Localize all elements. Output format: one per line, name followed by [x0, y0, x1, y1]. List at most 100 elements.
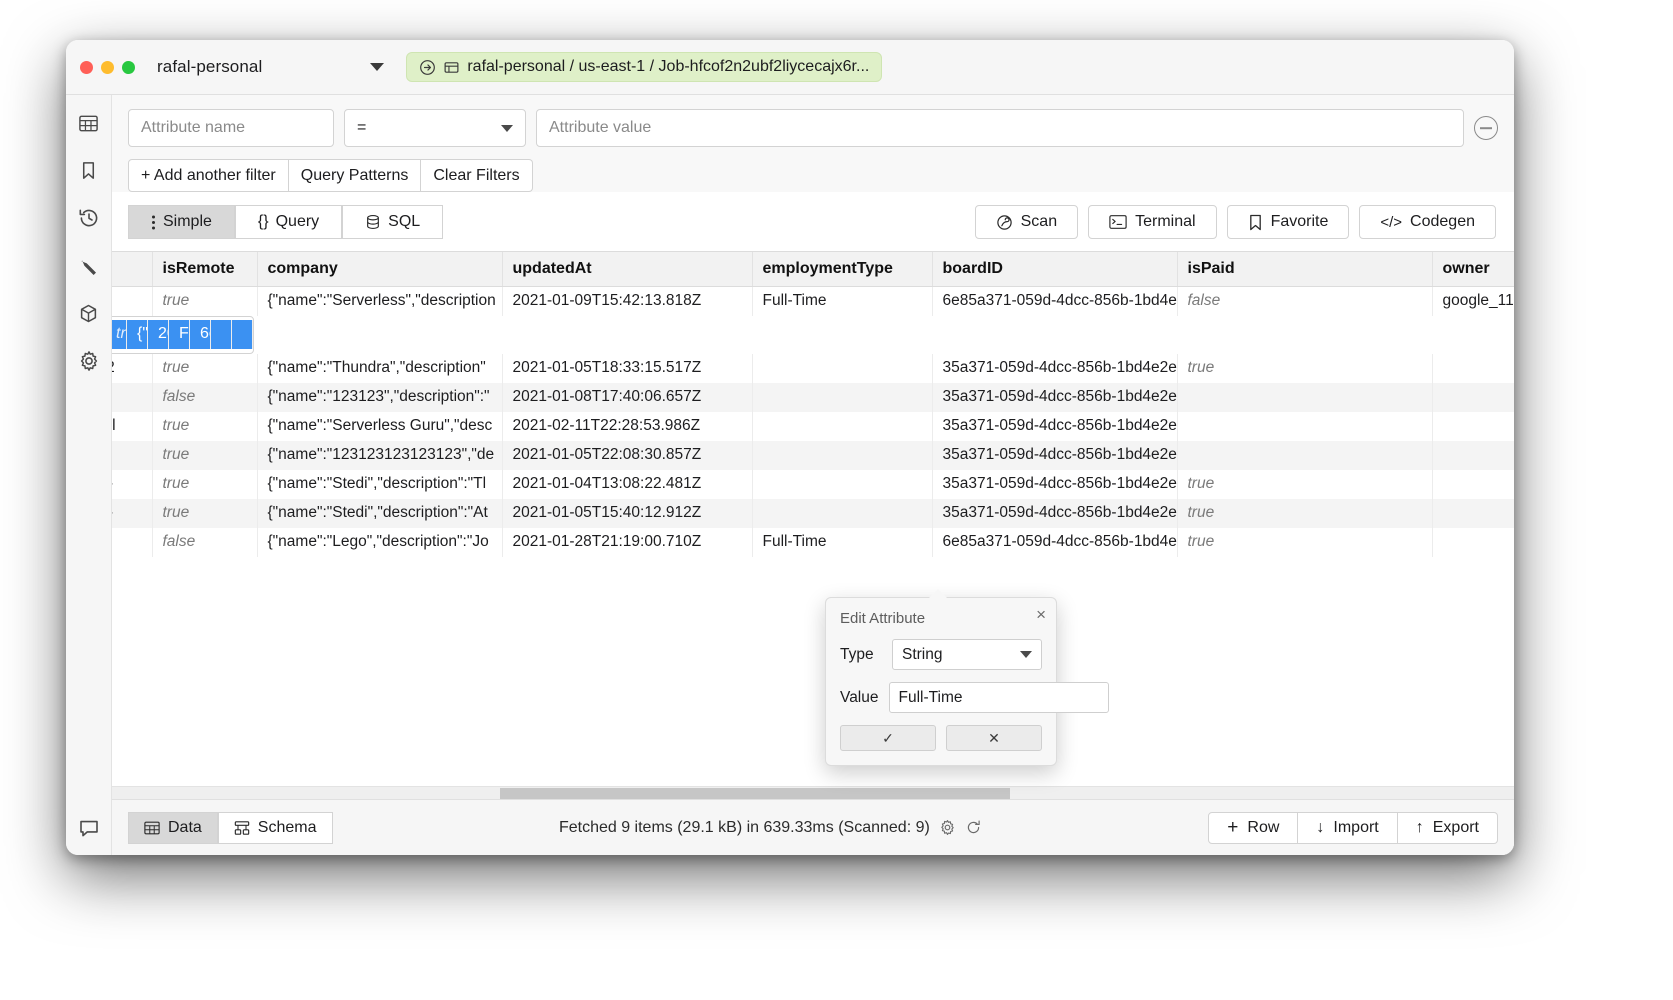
- table-cell[interactable]: 2021-02-11T22:34:17.332Z: [148, 320, 169, 349]
- table-cell[interactable]: 35a371-059d-4dcc-856b-1bd4e2e: [932, 499, 1177, 528]
- table-cell[interactable]: [112, 383, 152, 412]
- sidebar-item-tools[interactable]: [78, 255, 100, 277]
- table-cell[interactable]: {"name":"Stedi","description":"Tl: [257, 470, 502, 499]
- table-cell[interactable]: 2021-01-28T21:19:00.710Z: [502, 528, 752, 557]
- sidebar-item-settings[interactable]: [78, 350, 100, 372]
- table-cell[interactable]: 35a371-059d-4dcc-856b-1bd4e2e: [932, 441, 1177, 470]
- table-cell[interactable]: [752, 470, 932, 499]
- add-another-filter-button[interactable]: + Add another filter: [128, 159, 289, 192]
- table-cell[interactable]: {"name":"123123","description":": [257, 383, 502, 412]
- table-row[interactable]: ew/2true{"name":"Thundra","description"2…: [112, 354, 1514, 383]
- table-cell[interactable]: true: [152, 287, 257, 316]
- horizontal-scrollbar[interactable]: [112, 786, 1514, 799]
- table-cell[interactable]: 6e85a371-059d-4dcc-856b-1bd4e2e: [932, 528, 1177, 557]
- maximize-window-button[interactable]: [122, 61, 135, 74]
- table-row[interactable]: ZG7ltrue{"name":"Serverless Guru","desc2…: [112, 412, 1514, 441]
- attribute-name-input[interactable]: [128, 109, 334, 147]
- add-row-button[interactable]: + Row: [1208, 812, 1298, 844]
- table-cell[interactable]: [1432, 412, 1514, 441]
- table-cell[interactable]: ZG7l: [112, 412, 152, 441]
- scan-button[interactable]: Scan: [975, 205, 1078, 239]
- table-cell[interactable]: ew/2: [112, 354, 152, 383]
- table-cell[interactable]: [1432, 354, 1514, 383]
- table-cell[interactable]: 2021-01-09T15:42:13.818Z: [502, 287, 752, 316]
- table-cell[interactable]: 35a371-059d-4dcc-856b-1bd4e2e: [932, 354, 1177, 383]
- table-cell[interactable]: {"name":"Serverless Guru","desc: [257, 412, 502, 441]
- table-cell[interactable]: true: [1177, 528, 1432, 557]
- clear-filters-button[interactable]: Clear Filters: [421, 159, 532, 192]
- sidebar-item-resources[interactable]: [78, 303, 99, 324]
- table-cell[interactable]: Full-Time: [169, 320, 190, 349]
- attribute-value-input[interactable]: [536, 109, 1464, 147]
- tab-simple[interactable]: Simple: [128, 205, 235, 239]
- table-row[interactable]: true{"name":"123123123123123","de2021-01…: [112, 441, 1514, 470]
- table-cell[interactable]: false: [1177, 287, 1432, 316]
- table-cell[interactable]: 35a371-059d-4dcc-856b-1bd4e2e: [932, 412, 1177, 441]
- table-cell[interactable]: Full-Time: [752, 528, 932, 557]
- column-header[interactable]: isPaid: [1177, 252, 1432, 287]
- popover-confirm-button[interactable]: ✓: [840, 725, 936, 751]
- refresh-icon[interactable]: [965, 819, 982, 836]
- table-cell[interactable]: 2021-01-04T13:08:22.481Z: [502, 470, 752, 499]
- column-header[interactable]: company: [257, 252, 502, 287]
- popover-cancel-button[interactable]: ✕: [946, 725, 1042, 751]
- table-cell[interactable]: 2021-01-05T18:33:15.517Z: [502, 354, 752, 383]
- table-cell[interactable]: [1432, 470, 1514, 499]
- table-cell[interactable]: [752, 383, 932, 412]
- gear-icon[interactable]: [939, 819, 956, 836]
- table-cell[interactable]: [1432, 441, 1514, 470]
- table-cell[interactable]: true: [152, 499, 257, 528]
- table-cell[interactable]: false: [152, 528, 257, 557]
- table-cell[interactable]: true: [152, 412, 257, 441]
- tab-schema[interactable]: Schema: [218, 812, 333, 844]
- table-cell[interactable]: Full-Time: [752, 287, 932, 316]
- sidebar-item-feedback[interactable]: [78, 817, 100, 839]
- table-row[interactable]: tus/false{"name":"Lego","description":"J…: [112, 528, 1514, 557]
- export-button[interactable]: ↑ Export: [1398, 812, 1498, 844]
- table-cell[interactable]: true: [112, 320, 127, 349]
- table-cell[interactable]: {"name":"Lego","description":"Jo: [257, 528, 502, 557]
- table-cell[interactable]: tus/: [112, 528, 152, 557]
- table-cell[interactable]: true: [152, 441, 257, 470]
- table-cell[interactable]: {"name":"Thundra","description": [257, 354, 502, 383]
- table-cell[interactable]: 386: [112, 287, 152, 316]
- sidebar-item-tables[interactable]: [78, 113, 99, 134]
- chevron-down-icon[interactable]: [370, 63, 384, 71]
- query-patterns-button[interactable]: Query Patterns: [289, 159, 422, 192]
- table-cell[interactable]: {"name":"Serverless Guru","desc: [127, 320, 148, 349]
- table-cell[interactable]: true: [1177, 354, 1432, 383]
- tab-sql[interactable]: SQL: [342, 205, 443, 239]
- column-header[interactable]: employmentType: [752, 252, 932, 287]
- column-header[interactable]: owner: [1432, 252, 1514, 287]
- table-cell[interactable]: [112, 441, 152, 470]
- table-cell[interactable]: [211, 320, 232, 349]
- table-cell[interactable]: google_1105: [1432, 287, 1514, 316]
- table-row[interactable]: 18a-true{"name":"Stedi","description":"T…: [112, 470, 1514, 499]
- table-cell[interactable]: false: [152, 383, 257, 412]
- table-cell[interactable]: true: [1177, 499, 1432, 528]
- favorite-button[interactable]: Favorite: [1227, 205, 1350, 239]
- table-cell[interactable]: true: [152, 354, 257, 383]
- column-header[interactable]: updatedAt: [502, 252, 752, 287]
- table-cell[interactable]: 2021-01-08T17:40:06.657Z: [502, 383, 752, 412]
- table-cell[interactable]: 2021-01-05T15:40:12.912Z: [502, 499, 752, 528]
- operator-select[interactable]: =: [344, 109, 526, 147]
- table-cell[interactable]: [232, 320, 253, 349]
- table-cell[interactable]: [752, 441, 932, 470]
- popover-value-input[interactable]: [889, 682, 1109, 713]
- table-row[interactable]: ZG7ltrue{"name":"Serverless Guru","desc2…: [112, 316, 254, 354]
- table-cell[interactable]: {"name":"Serverless","description: [257, 287, 502, 316]
- tab-query[interactable]: {} Query: [235, 205, 342, 239]
- close-window-button[interactable]: [80, 61, 93, 74]
- minimize-window-button[interactable]: [101, 61, 114, 74]
- data-table-container[interactable]: isRemotecompanyupdatedAtemploymentTypebo…: [112, 251, 1514, 799]
- table-cell[interactable]: 1d0-: [112, 499, 152, 528]
- column-header[interactable]: isRemote: [152, 252, 257, 287]
- table-cell[interactable]: [1177, 441, 1432, 470]
- table-cell[interactable]: [752, 354, 932, 383]
- connection-tab[interactable]: rafal-personal / us-east-1 / Job-hfcof2n…: [406, 52, 882, 82]
- table-cell[interactable]: 35a371-059d-4dcc-856b-1bd4e2e: [932, 470, 1177, 499]
- remove-filter-button[interactable]: [1474, 116, 1498, 140]
- terminal-button[interactable]: Terminal: [1088, 205, 1216, 239]
- table-cell[interactable]: [752, 499, 932, 528]
